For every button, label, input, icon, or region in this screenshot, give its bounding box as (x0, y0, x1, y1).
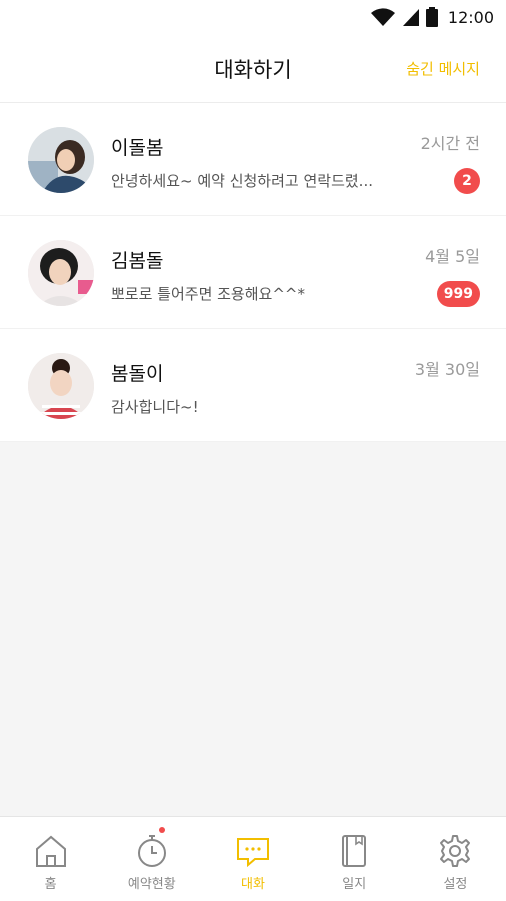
conversation-item[interactable]: 김봄돌 뽀로로 틀어주면 조용해요^^* 4월 5일 999 (0, 216, 506, 329)
conversation-item[interactable]: 이돌봄 안녕하세요~ 예약 신청하려고 연락드렸... 2시간 전 2 (0, 103, 506, 216)
tab-label: 일지 (342, 877, 367, 892)
signal-icon (402, 9, 419, 26)
contact-name: 김봄돌 (111, 250, 164, 272)
gear-icon (440, 835, 471, 867)
avatar (28, 353, 94, 419)
hidden-messages-button[interactable]: 숨긴 메시지 (406, 58, 480, 79)
tab-label: 대화 (241, 877, 265, 892)
contact-name: 봄돌이 (111, 363, 164, 385)
unread-badge: 2 (454, 168, 480, 194)
contact-name: 이돌봄 (111, 137, 164, 159)
stopwatch-icon (137, 835, 166, 867)
bottom-tab-bar: 홈 예약현황 대화 일지 설정 (0, 816, 506, 901)
tab-chat[interactable]: 대화 (202, 817, 303, 901)
message-preview: 뽀로로 틀어주면 조용해요^^* (111, 285, 305, 303)
message-time: 3월 30일 (414, 360, 480, 379)
status-time: 12:00 (447, 7, 494, 27)
tab-label: 홈 (44, 877, 57, 892)
status-icons (370, 7, 438, 27)
chat-icon (237, 838, 269, 868)
tab-settings[interactable]: 설정 (405, 817, 506, 901)
journal-icon (342, 835, 367, 867)
message-time: 4월 5일 (425, 247, 480, 266)
avatar (28, 127, 94, 193)
tab-label: 예약현황 (127, 877, 176, 892)
tab-journal[interactable]: 일지 (304, 817, 405, 901)
message-preview: 안녕하세요~ 예약 신청하려고 연락드렸... (111, 172, 373, 190)
conversation-item[interactable]: 봄돌이 감사합니다~! 3월 30일 (0, 329, 506, 442)
tab-home[interactable]: 홈 (0, 817, 101, 901)
tab-reservations[interactable]: 예약현황 (101, 817, 202, 901)
wifi-icon (370, 8, 395, 26)
tab-label: 설정 (443, 877, 468, 892)
message-preview: 감사합니다~! (111, 398, 199, 416)
message-time: 2시간 전 (420, 134, 480, 153)
conversation-list: 이돌봄 안녕하세요~ 예약 신청하려고 연락드렸... 2시간 전 2 김봄돌 … (0, 103, 506, 442)
home-icon (35, 835, 66, 867)
status-bar: 12:00 (0, 0, 506, 34)
avatar (28, 240, 94, 306)
header: 대화하기 숨긴 메시지 (0, 34, 506, 103)
unread-badge: 999 (436, 281, 480, 307)
battery-icon (425, 7, 438, 27)
